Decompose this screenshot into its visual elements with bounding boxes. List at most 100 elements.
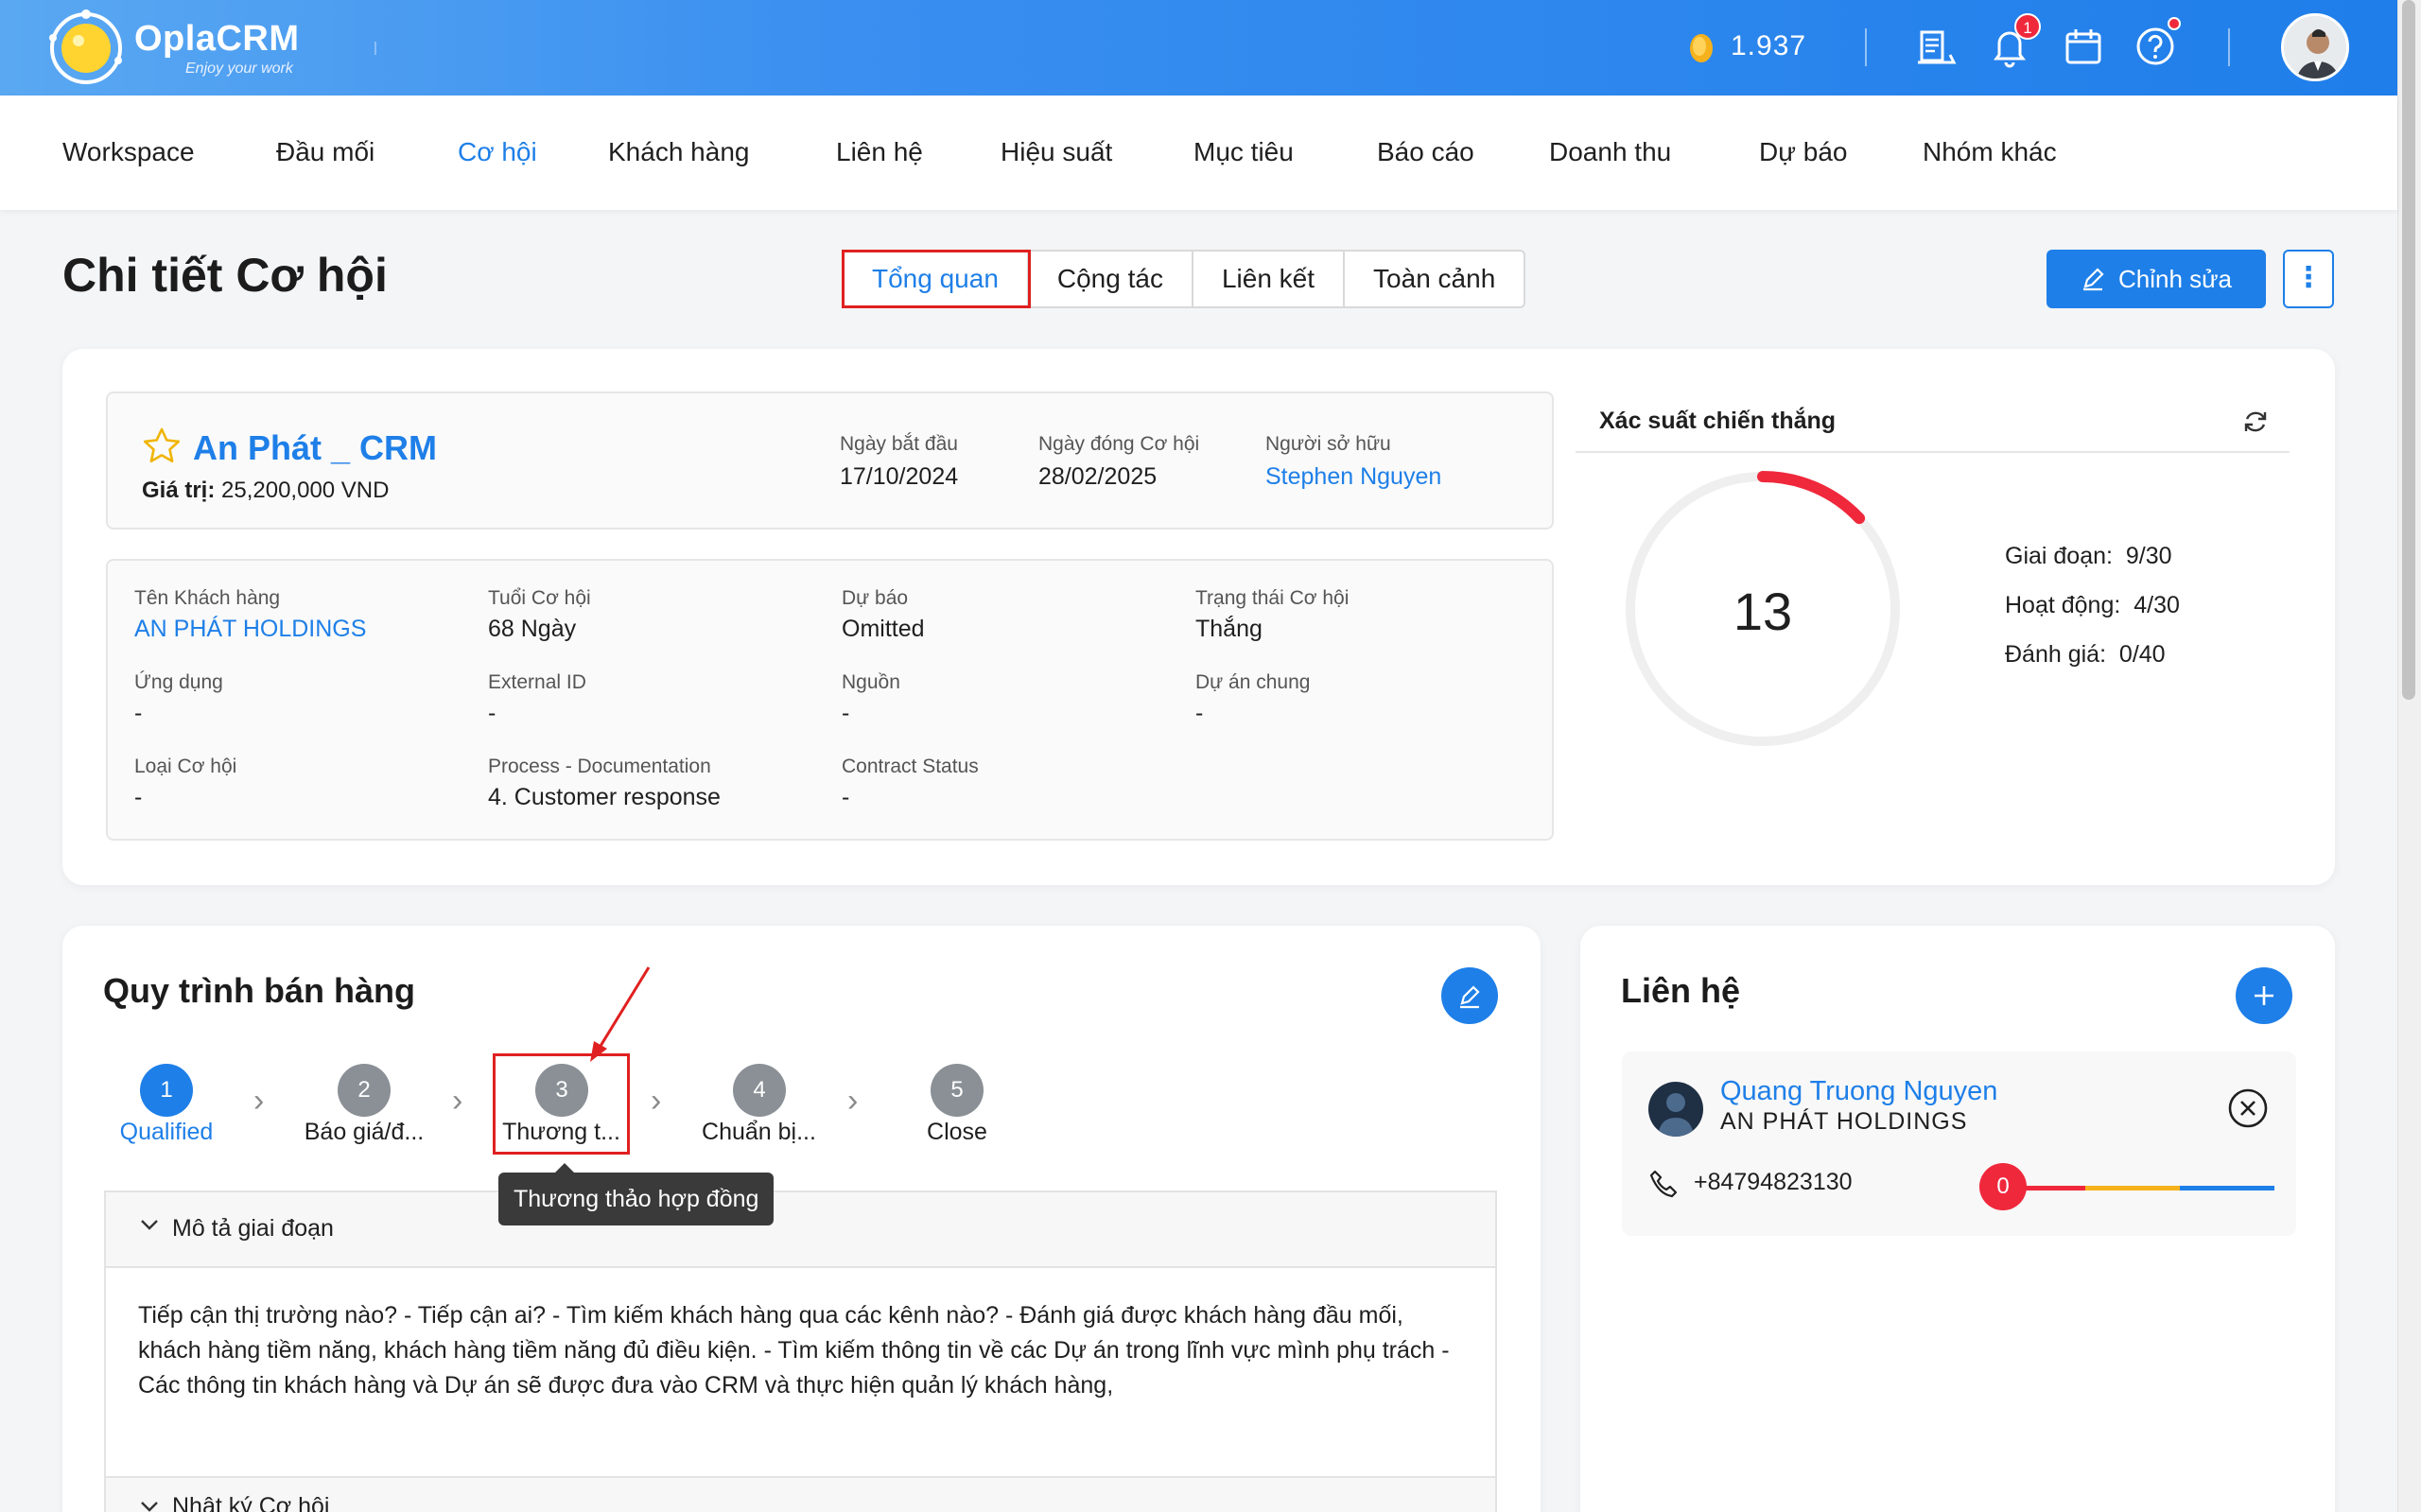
nav-reports[interactable]: Báo cáo [1377, 137, 1474, 167]
main-nav: Workspace Đầu mối Cơ hội Khách hàng Liên… [0, 96, 2397, 210]
top-header: OplaCRM Enjoy your work 1.937 1 [0, 0, 2397, 96]
opportunity-value: Giá trị: 25,200,000 VND [142, 478, 389, 504]
field-label-type: Loại Cơ hội [134, 756, 237, 777]
coin-balance: 1.937 [1731, 30, 1807, 61]
brand-name: OplaCRM [134, 19, 300, 59]
phone-icon [1649, 1170, 1678, 1198]
edit-button-label: Chỉnh sửa [2117, 264, 2233, 293]
refresh-icon[interactable] [2241, 408, 2270, 436]
field-value-process-doc: 4. Customer response [488, 784, 721, 810]
field-label-source: Nguồn [842, 671, 900, 693]
pencil-icon [2082, 268, 2104, 291]
field-value-age: 68 Ngày [488, 616, 577, 642]
page-scrollbar-thumb[interactable] [2402, 0, 2415, 700]
more-actions-button[interactable]: ⋮ [2283, 250, 2334, 308]
step-label-1[interactable]: Qualified [100, 1119, 233, 1146]
chevron-right-icon: › [253, 1083, 265, 1119]
chevron-right-icon: › [651, 1083, 662, 1119]
step-label-5[interactable]: Close [891, 1119, 1023, 1146]
help-icon[interactable] [2134, 25, 2177, 68]
divider [2228, 28, 2230, 66]
contact-name[interactable]: Quang Truong Nguyen [1720, 1076, 1997, 1107]
stat-evaluation-value: 0/40 [2118, 641, 2166, 668]
tab-full-view[interactable]: Toàn cảnh [1345, 252, 1524, 306]
stage-description-header[interactable]: Mô tả giai đoạn [106, 1192, 1495, 1268]
step-label-2[interactable]: Báo giá/đ... [293, 1119, 435, 1146]
contact-phone[interactable]: +84794823130 [1694, 1169, 1853, 1196]
tab-links[interactable]: Liên kết [1193, 252, 1346, 306]
stat-activity-label: Hoạt động [2005, 592, 2115, 618]
opportunity-summary-card: An Phát _ CRM Giá trị: 25,200,000 VND Ng… [62, 349, 2335, 885]
divider [374, 42, 376, 55]
calendar-icon[interactable] [2062, 25, 2105, 68]
stat-evaluation-label: Đánh giá [2005, 641, 2100, 668]
field-label-forecast: Dự báo [842, 587, 909, 609]
tab-collaboration[interactable]: Cộng tác [1029, 252, 1193, 306]
win-probability-title: Xác suất chiến thắng [1599, 408, 1837, 434]
nav-leads[interactable]: Đầu mối [276, 137, 374, 167]
stage-description-panel: Mô tả giai đoạn Tiếp cận thị trường nào?… [104, 1190, 1497, 1512]
step-circle-4[interactable]: 4 [733, 1064, 786, 1117]
opla-logo-icon[interactable] [47, 9, 125, 87]
step-label-4[interactable]: Chuẩn bị... [690, 1119, 827, 1146]
remove-contact-icon[interactable] [2227, 1087, 2269, 1129]
user-avatar-icon [2284, 16, 2346, 78]
opportunity-value-amount: 25,200,000 VND [221, 478, 390, 503]
field-value-application: - [134, 700, 143, 726]
nav-performance[interactable]: Hiệu suất [1001, 137, 1112, 167]
engagement-bar [1991, 1186, 2274, 1190]
help-alert-dot [2168, 17, 2181, 30]
field-value-forecast: Omitted [842, 616, 925, 642]
step-circle-1[interactable]: 1 [140, 1064, 193, 1117]
contacts-title: Liên hệ [1621, 971, 1741, 1010]
field-value-status: Thắng [1195, 616, 1263, 642]
stage-description-text: Tiếp cận thị trường nào? - Tiếp cận ai? … [138, 1302, 1450, 1399]
divider [1865, 28, 1867, 66]
field-label-customer: Tên Khách hàng [134, 587, 281, 609]
step-tooltip: Thương thảo hợp đồng [498, 1163, 775, 1225]
opportunity-value-label: Giá trị: [142, 478, 216, 503]
edit-button[interactable]: Chỉnh sửa [2047, 250, 2266, 308]
person-icon [1658, 1093, 1694, 1137]
step-circle-5[interactable]: 5 [931, 1064, 984, 1117]
annotation-arrow-icon [590, 966, 651, 1062]
field-value-source: - [842, 700, 850, 726]
start-date-label: Ngày bắt đầu [840, 433, 958, 455]
opportunity-details: Tên Khách hàng AN PHÁT HOLDINGS Tuổi Cơ … [106, 559, 1554, 841]
close-date-value: 28/02/2025 [1038, 463, 1158, 490]
pencil-icon [1460, 985, 1480, 1009]
engagement-segment-high [2180, 1186, 2274, 1190]
owner-link[interactable]: Stephen Nguyen [1265, 463, 1441, 491]
contact-company: AN PHÁT HOLDINGS [1720, 1108, 1968, 1135]
field-label-shared-project: Dự án chung [1195, 671, 1311, 693]
nav-workspace[interactable]: Workspace [62, 137, 195, 167]
nav-customers[interactable]: Khách hàng [608, 137, 749, 167]
opportunity-log-title: Nhật ký Cơ hội [172, 1493, 330, 1512]
divider [1576, 451, 2290, 453]
edit-process-button[interactable] [1441, 967, 1498, 1024]
win-probability-score: 13 [1733, 582, 1793, 641]
step-circle-2[interactable]: 2 [338, 1064, 391, 1117]
star-icon[interactable] [142, 426, 182, 466]
owner-label: Người sở hữu [1265, 433, 1391, 455]
field-label-external-id: External ID [488, 671, 586, 693]
tab-overview[interactable]: Tổng quan [842, 250, 1031, 308]
report-icon[interactable] [1914, 25, 1958, 68]
field-value-type: - [134, 784, 143, 810]
field-value-contract-status: - [842, 784, 850, 810]
nav-goals[interactable]: Mục tiêu [1193, 137, 1294, 167]
nav-contacts[interactable]: Liên hệ [836, 137, 923, 167]
nav-revenue[interactable]: Doanh thu [1549, 137, 1671, 167]
nav-opportunities[interactable]: Cơ hội [458, 137, 537, 167]
field-value-customer[interactable]: AN PHÁT HOLDINGS [134, 616, 366, 643]
plus-icon [2255, 986, 2273, 1005]
add-contact-button[interactable] [2236, 967, 2292, 1024]
nav-forecast[interactable]: Dự báo [1759, 137, 1847, 167]
start-date-value: 17/10/2024 [840, 463, 959, 490]
nav-other-groups[interactable]: Nhóm khác [1923, 137, 2057, 167]
win-probability-arc [1757, 471, 1866, 525]
user-avatar[interactable] [2281, 13, 2349, 81]
sales-process-card: Quy trình bán hàng 1 Qualified › 2 Báo g… [62, 926, 1541, 1512]
opportunity-log-header[interactable]: Nhật ký Cơ hội [106, 1476, 1495, 1512]
stat-activity: Hoạt động: 4/30 [2005, 592, 2180, 618]
